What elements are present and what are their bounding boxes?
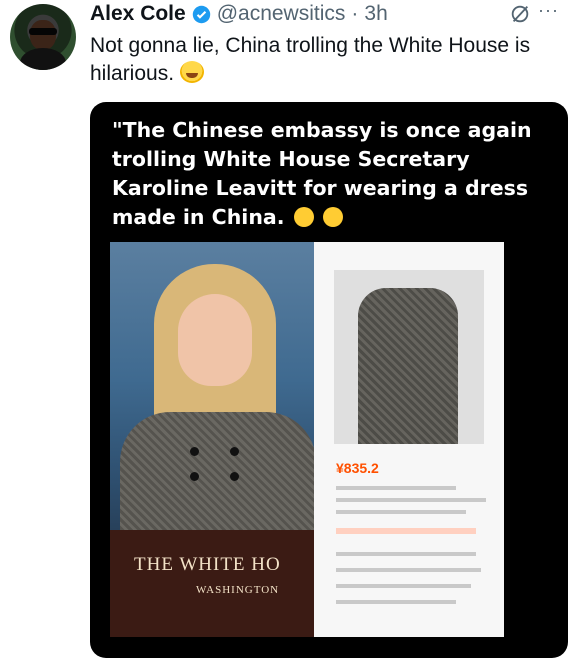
rofl-emoji: [179, 61, 204, 83]
avatar-body: [20, 48, 66, 70]
listing-badge-line: [336, 528, 476, 534]
listing-line: [336, 498, 486, 502]
tweet-media[interactable]: "The Chinese embassy is once again troll…: [90, 102, 568, 658]
avatar[interactable]: [10, 4, 76, 70]
product-listing-photo: ¥835.2: [314, 242, 504, 637]
listing-line: [336, 568, 481, 572]
tweet-timestamp[interactable]: 3h: [364, 2, 387, 26]
tweet-header: Alex Cole @acnewsitics · 3h: [90, 0, 388, 28]
caption-text: "The Chinese embassy is once again troll…: [112, 118, 532, 229]
press-briefing-photo: THE WHITE HO WASHINGTON: [110, 242, 314, 637]
author-name[interactable]: Alex Cole: [90, 2, 186, 26]
separator-dot: ·: [351, 2, 359, 25]
avatar-face: [30, 20, 56, 50]
sunglasses: [29, 28, 57, 35]
author-handle[interactable]: @acnewsitics: [217, 2, 346, 26]
grok-icon[interactable]: [509, 3, 531, 25]
product-image: [334, 270, 484, 444]
dress-button: [190, 472, 199, 481]
listing-line: [336, 486, 456, 490]
media-caption: "The Chinese embassy is once again troll…: [112, 116, 552, 232]
listing-line: [336, 600, 456, 604]
podium-subtitle: WASHINGTON: [196, 584, 280, 596]
listing-line: [336, 510, 466, 514]
podium-title: THE WHITE HO: [134, 554, 281, 575]
laughing-emoji: [322, 207, 343, 227]
dress-button: [230, 472, 239, 481]
tweet-body: Not gonna lie, China trolling the White …: [90, 34, 531, 85]
speaker-face: [178, 294, 252, 386]
listing-line: [336, 552, 476, 556]
product-price: ¥835.2: [336, 460, 379, 476]
more-icon[interactable]: ···: [538, 0, 559, 21]
tweet-text: Not gonna lie, China trolling the White …: [90, 32, 565, 88]
dress-button: [230, 447, 239, 456]
listing-line: [336, 584, 471, 588]
verified-badge-icon: [192, 5, 210, 23]
dress-button: [190, 447, 199, 456]
laughing-emoji: [293, 207, 314, 227]
product-dress: [358, 288, 458, 444]
